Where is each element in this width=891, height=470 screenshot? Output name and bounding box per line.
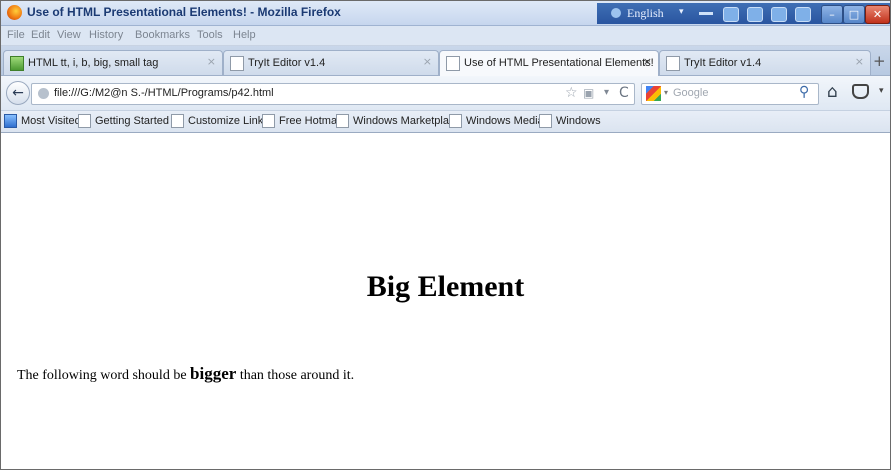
url-bar[interactable]: file:///G:/M2@n S.-/HTML/Programs/p42.ht… bbox=[31, 83, 635, 105]
search-input[interactable]: Google bbox=[673, 87, 708, 99]
language-globe-icon bbox=[611, 8, 621, 18]
pocket-icon[interactable] bbox=[852, 84, 869, 99]
search-bar[interactable]: ▾ Google ⚲ bbox=[641, 83, 819, 105]
tab-tryit-editor[interactable]: TryIt Editor v1.4 × bbox=[223, 50, 439, 75]
body-paragraph: The following word should be bigger than… bbox=[17, 364, 354, 384]
blue-globe-icon bbox=[4, 114, 17, 128]
tray-app-icon[interactable] bbox=[723, 7, 739, 22]
tray-separator bbox=[699, 12, 713, 15]
menu-tools[interactable]: Tools bbox=[197, 29, 223, 41]
history-icon[interactable]: ▣ bbox=[583, 86, 594, 100]
tab-close-icon[interactable]: × bbox=[423, 55, 432, 68]
tab-label: Use of HTML Presentational Elements! bbox=[464, 57, 654, 69]
bookmark-label: Windows bbox=[556, 115, 601, 127]
bookmarks-toolbar: Most Visited Getting Started Customize L… bbox=[1, 111, 890, 133]
bookmark-label: Customize Links bbox=[188, 115, 269, 127]
google-engine-icon[interactable] bbox=[646, 86, 661, 101]
menu-edit[interactable]: Edit bbox=[31, 29, 50, 41]
menu-view[interactable]: View bbox=[57, 29, 81, 41]
home-button[interactable]: ⌂ bbox=[827, 82, 838, 102]
url-dropdown-icon[interactable]: ▾ bbox=[604, 87, 609, 98]
bookmark-label: Most Visited bbox=[21, 115, 81, 127]
tab-close-icon[interactable]: × bbox=[207, 55, 216, 68]
paragraph-text: The following word should be bbox=[17, 368, 191, 383]
blank-page-icon bbox=[666, 56, 680, 71]
firefox-logo-icon bbox=[7, 5, 22, 20]
tab-close-icon[interactable]: × bbox=[643, 55, 652, 68]
tab-label: HTML tt, i, b, big, small tag bbox=[28, 57, 159, 69]
big-word: bigger bbox=[190, 364, 237, 383]
tab-html-tags[interactable]: HTML tt, i, b, big, small tag × bbox=[3, 50, 223, 75]
title-bar: Use of HTML Presentational Elements! - M… bbox=[1, 1, 890, 26]
site-identity-icon[interactable] bbox=[38, 88, 49, 99]
minimize-button[interactable]: – bbox=[821, 5, 843, 24]
maximize-button[interactable]: □ bbox=[843, 5, 865, 24]
close-window-button[interactable]: ✕ bbox=[865, 5, 890, 24]
menu-file[interactable]: File bbox=[7, 29, 25, 41]
page-icon bbox=[171, 114, 184, 128]
back-button[interactable]: ← bbox=[6, 81, 30, 105]
menu-help[interactable]: Help bbox=[233, 29, 256, 41]
tab-label: TryIt Editor v1.4 bbox=[248, 57, 326, 69]
search-icon[interactable]: ⚲ bbox=[799, 84, 809, 100]
bookmark-label: Windows Marketplace bbox=[353, 115, 461, 127]
bookmark-label: Free Hotmail bbox=[279, 115, 342, 127]
page-heading: Big Element bbox=[366, 270, 525, 303]
tab-close-icon[interactable]: × bbox=[855, 55, 864, 68]
page-icon bbox=[539, 114, 552, 128]
menu-bookmarks[interactable]: Bookmarks bbox=[135, 29, 190, 41]
tray-app-icon[interactable] bbox=[795, 7, 811, 22]
tab-tryit-editor-2[interactable]: TryIt Editor v1.4 × bbox=[659, 50, 871, 75]
browser-window: Use of HTML Presentational Elements! - M… bbox=[0, 0, 891, 470]
page-icon bbox=[449, 114, 462, 128]
tray-app-icon[interactable] bbox=[771, 7, 787, 22]
page-icon bbox=[78, 114, 91, 128]
language-indicator[interactable]: English bbox=[627, 6, 664, 21]
menu-history[interactable]: History bbox=[89, 29, 123, 41]
blank-page-icon bbox=[230, 56, 244, 71]
bookmark-label: Windows Media bbox=[466, 115, 544, 127]
green-page-icon bbox=[10, 56, 24, 71]
window-title: Use of HTML Presentational Elements! - M… bbox=[27, 5, 341, 19]
page-content: Big Element The following word should be… bbox=[1, 133, 890, 469]
url-text[interactable]: file:///G:/M2@n S.-/HTML/Programs/p42.ht… bbox=[54, 87, 274, 99]
tab-strip: HTML tt, i, b, big, small tag × TryIt Ed… bbox=[1, 46, 890, 76]
tab-label: TryIt Editor v1.4 bbox=[684, 57, 762, 69]
engine-caret-icon[interactable]: ▾ bbox=[664, 88, 668, 97]
system-tray: English ▾ – □ ✕ bbox=[597, 3, 890, 24]
bookmark-label: Getting Started bbox=[95, 115, 169, 127]
navigation-bar: ← file:///G:/M2@n S.-/HTML/Programs/p42.… bbox=[1, 76, 890, 111]
tray-app-icon[interactable] bbox=[747, 7, 763, 22]
new-tab-button[interactable]: + bbox=[873, 52, 886, 70]
page-icon bbox=[336, 114, 349, 128]
blank-page-icon bbox=[446, 56, 460, 71]
menu-bar: File Edit View History Bookmarks Tools H… bbox=[1, 26, 890, 46]
paragraph-text: than those around it. bbox=[236, 368, 355, 383]
language-caret-icon[interactable]: ▾ bbox=[679, 7, 684, 17]
reload-icon[interactable]: C bbox=[619, 85, 629, 101]
page-icon bbox=[262, 114, 275, 128]
bookmark-star-icon[interactable]: ☆ bbox=[565, 85, 578, 101]
toolbar-menu-icon[interactable]: ▾ bbox=[879, 86, 884, 96]
tab-presentational-elements[interactable]: Use of HTML Presentational Elements! × bbox=[439, 50, 659, 76]
